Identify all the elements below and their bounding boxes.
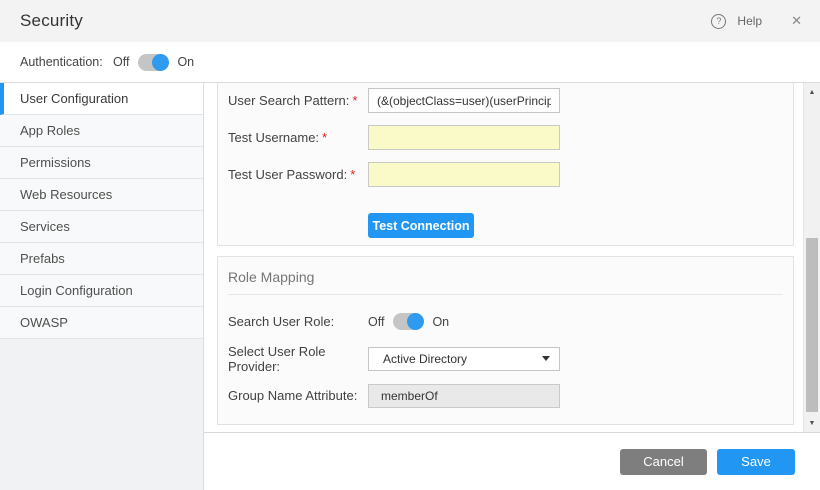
selected-provider: Active Directory bbox=[383, 352, 467, 366]
dialog-header: Security ? Help ✕ bbox=[0, 0, 820, 42]
sidebar-item-login-configuration[interactable]: Login Configuration bbox=[0, 275, 203, 307]
authentication-toggle[interactable] bbox=[138, 54, 168, 71]
page-title: Security bbox=[20, 11, 83, 31]
scrollbar[interactable]: ▲ ▼ bbox=[803, 83, 820, 432]
test-user-password-input[interactable] bbox=[368, 162, 560, 187]
group-name-attribute-input: memberOf bbox=[368, 384, 560, 408]
help-icon[interactable]: ? bbox=[711, 14, 726, 29]
help-link[interactable]: Help bbox=[737, 14, 762, 28]
dialog-footer: Cancel Save bbox=[204, 432, 820, 490]
required-asterisk: * bbox=[322, 130, 327, 145]
security-dialog: Security ? Help ✕ Authentication: Off On… bbox=[0, 0, 820, 490]
connection-settings-box: User Search Pattern:* Test Username:* Te… bbox=[217, 83, 794, 246]
chevron-down-icon bbox=[542, 356, 550, 361]
required-asterisk: * bbox=[352, 93, 357, 108]
search-user-role-off-label: Off bbox=[368, 315, 384, 329]
authentication-off-label: Off bbox=[113, 55, 129, 69]
sidebar-item-prefabs[interactable]: Prefabs bbox=[0, 243, 203, 275]
scroll-up-icon[interactable]: ▲ bbox=[804, 85, 820, 99]
save-button[interactable]: Save bbox=[717, 449, 795, 475]
group-name-attribute-label: Group Name Attribute: bbox=[228, 388, 368, 403]
user-configuration-panel: User Search Pattern:* Test Username:* Te… bbox=[204, 83, 820, 432]
role-mapping-title: Role Mapping bbox=[218, 257, 793, 285]
user-search-pattern-input[interactable] bbox=[368, 88, 560, 113]
close-icon[interactable]: ✕ bbox=[791, 13, 802, 29]
scroll-down-icon[interactable]: ▼ bbox=[804, 416, 820, 430]
search-user-role-label: Search User Role: bbox=[228, 314, 368, 329]
toggle-knob bbox=[407, 313, 424, 330]
authentication-label: Authentication: bbox=[20, 55, 113, 69]
sidebar-item-owasp[interactable]: OWASP bbox=[0, 307, 203, 339]
test-connection-button[interactable]: Test Connection bbox=[368, 213, 474, 238]
user-role-provider-select[interactable]: Active Directory bbox=[368, 347, 560, 371]
sidebar-item-permissions[interactable]: Permissions bbox=[0, 147, 203, 179]
scrollbar-thumb[interactable] bbox=[806, 238, 818, 412]
authentication-on-label: On bbox=[177, 55, 194, 69]
cancel-button[interactable]: Cancel bbox=[620, 449, 707, 475]
sidebar-item-user-configuration[interactable]: User Configuration bbox=[0, 83, 203, 115]
sidebar-item-app-roles[interactable]: App Roles bbox=[0, 115, 203, 147]
search-user-role-toggle[interactable] bbox=[393, 313, 423, 330]
test-username-label: Test Username:* bbox=[228, 130, 368, 145]
search-user-role-on-label: On bbox=[432, 315, 449, 329]
sidebar-item-web-resources[interactable]: Web Resources bbox=[0, 179, 203, 211]
test-username-input[interactable] bbox=[368, 125, 560, 150]
required-asterisk: * bbox=[350, 167, 355, 182]
select-user-role-provider-label: Select User Role Provider: bbox=[228, 344, 368, 374]
sidebar-item-services[interactable]: Services bbox=[0, 211, 203, 243]
user-search-pattern-label: User Search Pattern:* bbox=[228, 93, 368, 108]
role-mapping-box: Role Mapping Search User Role: Off On bbox=[217, 256, 794, 425]
test-user-password-label: Test User Password:* bbox=[228, 167, 368, 182]
authentication-row: Authentication: Off On bbox=[0, 42, 820, 83]
toggle-knob bbox=[152, 54, 169, 71]
settings-sidebar: User Configuration App Roles Permissions… bbox=[0, 83, 204, 490]
